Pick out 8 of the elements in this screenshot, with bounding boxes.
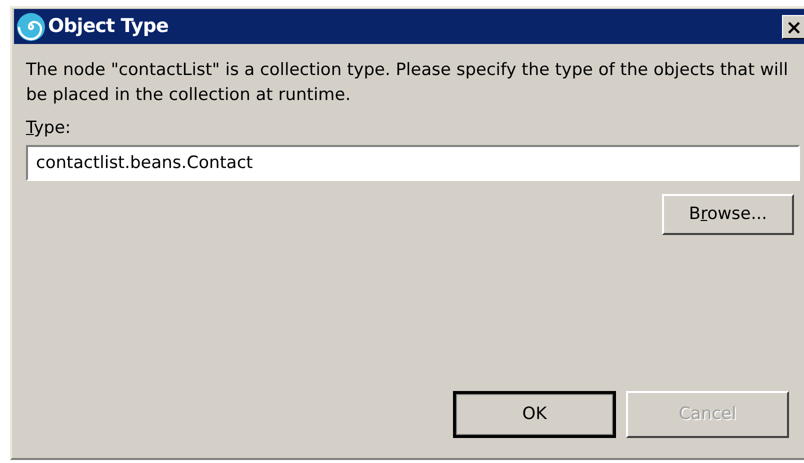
ok-button[interactable]: OK bbox=[453, 391, 616, 438]
window-title: Object Type bbox=[48, 14, 168, 40]
type-label: Type: bbox=[26, 117, 71, 139]
swirl-icon bbox=[16, 12, 46, 42]
close-button[interactable]: × bbox=[782, 14, 804, 38]
type-field[interactable]: contactlist.beans.Contact bbox=[26, 145, 800, 181]
instruction-text: The node "contactList" is a collection type. Please specify the type of the objects that will be placed in the collection at runtime. bbox=[26, 59, 790, 107]
browse-button[interactable]: Browse... bbox=[662, 194, 794, 235]
